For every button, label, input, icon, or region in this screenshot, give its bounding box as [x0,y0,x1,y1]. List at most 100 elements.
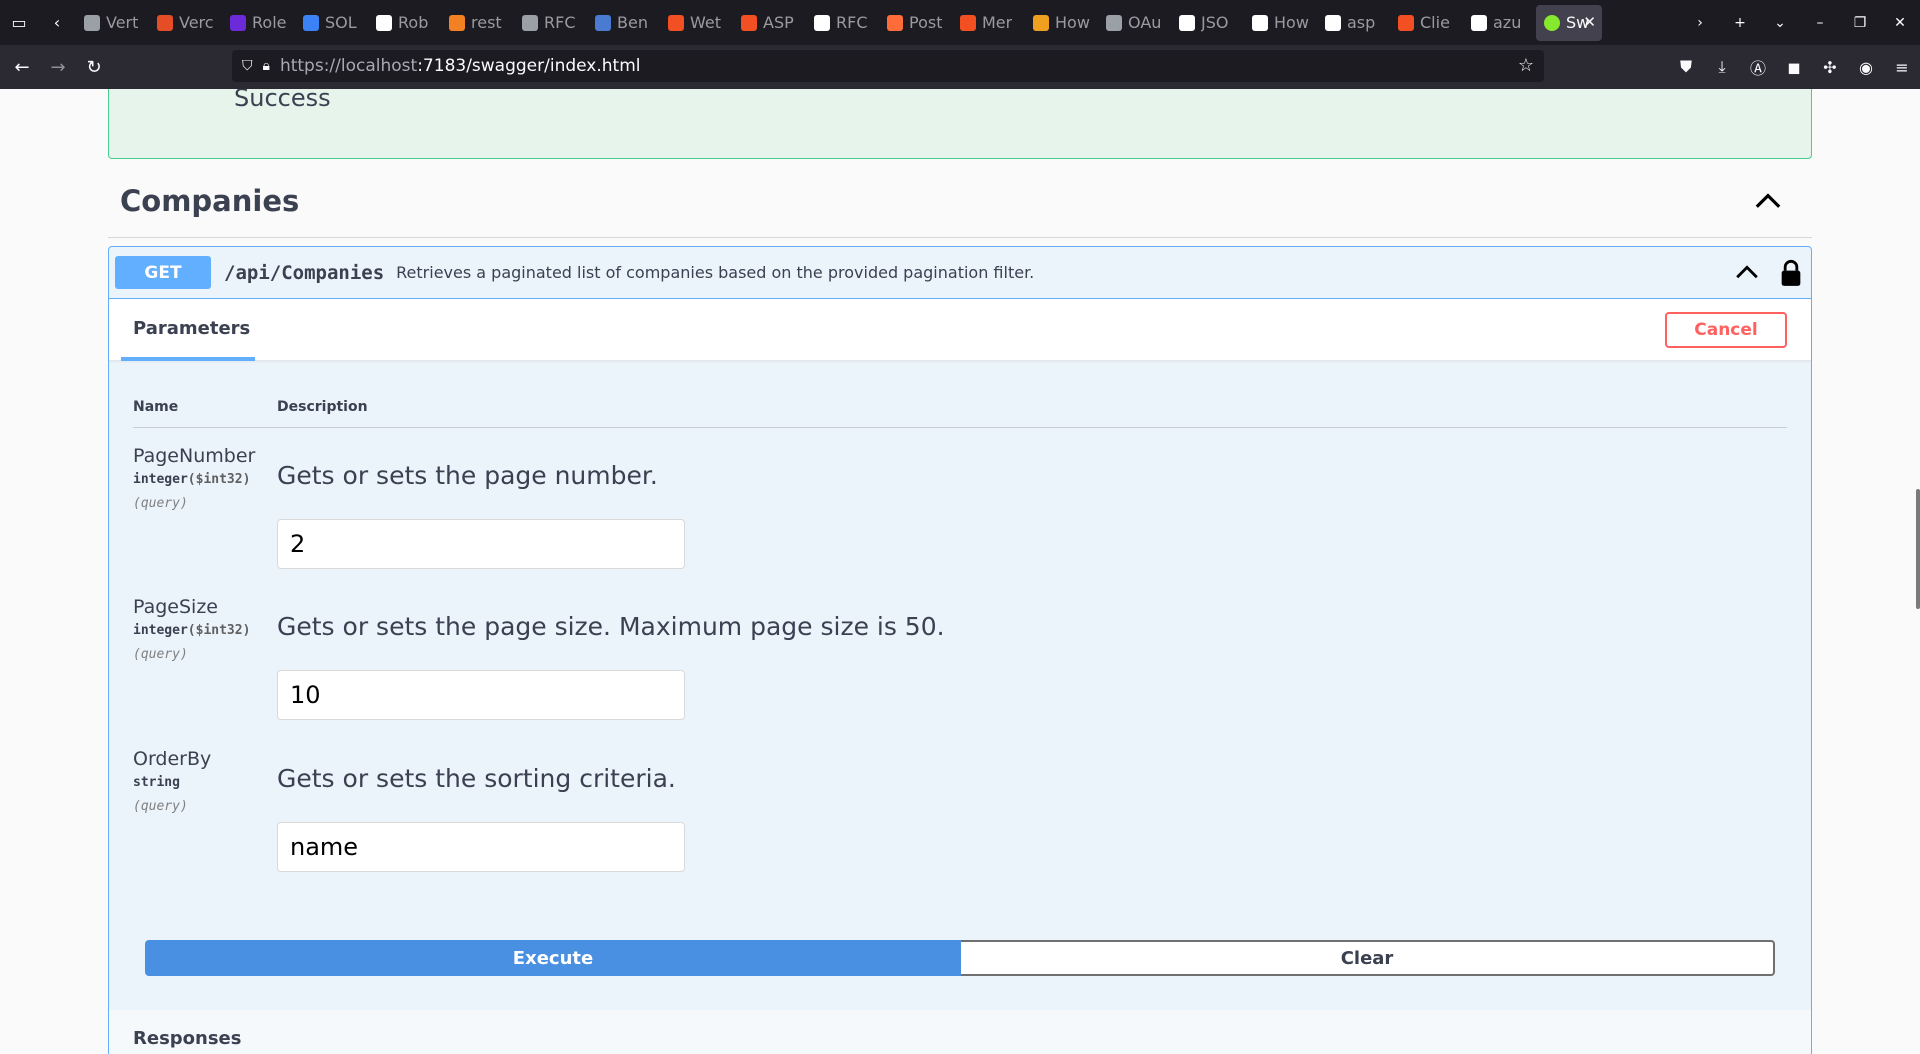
collapse-operation-chevron-up-icon[interactable] [1733,259,1761,287]
tab-title: Role [252,13,287,32]
lock-icon[interactable]: 🔒︎ [263,58,270,74]
tab-strip: Vert Verc Role SOL Rob rest RFC Ben Wet ASP RFC Pos… [76,0,1656,45]
tab-bar: ▭ ‹ Vert Verc Role SOL Rob rest RFC Ben Wet ASP RF… [0,0,1920,45]
swagger-page: Success Companies GET /api/Companies Ret… [0,89,1920,1054]
close-window-icon[interactable]: ✕ [1880,15,1920,31]
oauth-icon [1106,14,1122,31]
clear-button[interactable]: Clear [961,940,1775,976]
stackoverflow-icon [449,14,465,31]
browser-tab[interactable]: JSO [1171,5,1244,41]
reload-icon[interactable]: ↻ [76,49,112,85]
menu-icon[interactable]: ≡ [1884,58,1920,77]
page-scrollbar[interactable] [1916,489,1920,609]
browser-tab[interactable]: Vert [76,5,149,41]
microsoft-icon [741,14,757,31]
tabs-scroll-right-icon[interactable]: › [1680,15,1720,31]
tab-title: OAu [1128,13,1162,32]
url-bar[interactable]: ⛉ 🔒︎ https://localhost:7183/swagger/inde… [232,50,1544,82]
browser-tab[interactable]: How [1025,5,1098,41]
browser-tab[interactable]: Rob [368,5,441,41]
parameters-table: Name Description PageNumber integer($int… [109,361,1811,1001]
collapse-section-chevron-up-icon[interactable] [1752,186,1784,218]
tab-parameters[interactable]: Parameters [121,299,255,361]
tab-title: Mer [982,13,1013,32]
orderby-input[interactable] [277,822,685,872]
doc-icon [303,14,319,31]
wiki-icon [376,14,392,31]
bookmark-star-icon[interactable]: ☆ [1518,55,1534,76]
parameter-row-orderby: OrderBy string (query) Gets or sets the … [133,748,1787,888]
pocket-icon[interactable]: ⛊ [1668,57,1704,77]
browser-tab[interactable]: Ben [587,5,660,41]
browser-tab[interactable]: Verc [149,5,222,41]
account-icon[interactable]: Ⓐ [1740,55,1776,79]
tab-active[interactable]: Sw ✕ [1536,4,1602,41]
shield-icon[interactable]: ⛉ [242,58,253,74]
pagenumber-input[interactable] [277,519,685,569]
browser-tab[interactable]: Clie [1390,5,1463,41]
get-companies-operation: GET /api/Companies Retrieves a paginated… [108,246,1812,1054]
tab-title: Wet [690,13,721,32]
f-icon [230,14,246,31]
tabs-scroll-left-icon[interactable]: ‹ [38,0,76,45]
cancel-button[interactable]: Cancel [1665,312,1787,348]
browser-tab[interactable]: SOL [295,5,368,41]
parameter-type: integer($int32) [133,623,251,638]
browser-tab[interactable]: ASP [733,5,806,41]
browser-tab[interactable]: Role [222,5,295,41]
browser-tab[interactable]: Mer [952,5,1025,41]
execute-button[interactable]: Execute [145,940,961,976]
pagesize-input[interactable] [277,670,685,720]
swagger-icon [1544,14,1560,31]
header-divider [133,427,1787,428]
profile-icon[interactable]: ◉ [1848,58,1884,77]
browser-tab[interactable]: OAu [1098,5,1171,41]
back-icon[interactable]: ← [4,49,40,85]
browser-tab[interactable]: How [1244,5,1317,41]
browser-tab[interactable]: asp [1317,5,1390,41]
url-text[interactable]: https://localhost:7183/swagger/index.htm… [280,56,641,76]
extension-icon[interactable]: ◼ [1776,58,1812,77]
operation-summary[interactable]: GET /api/Companies Retrieves a paginated… [109,247,1811,299]
tab-title: SOL [325,13,357,32]
parameter-type: integer($int32) [133,472,251,487]
browser-tab[interactable]: Post [879,5,952,41]
rfc-icon [522,14,538,31]
browser-tab[interactable]: rest [441,5,514,41]
section-title: Companies [120,184,300,218]
tab-title: RFC [544,13,576,32]
postman-icon [887,14,903,31]
new-tab-icon[interactable]: + [1720,15,1760,31]
extensions-icon[interactable]: ✣ [1812,58,1848,77]
parameter-location: (query) [133,647,188,662]
tab-title: How [1274,13,1309,32]
forward-icon[interactable]: → [40,49,76,85]
parameter-description: Gets or sets the sorting criteria. [277,764,676,793]
companies-section-header[interactable]: Companies [108,184,1812,238]
minimize-icon[interactable]: – [1800,15,1840,31]
browser-tab[interactable]: RFC [806,5,879,41]
parameter-location: (query) [133,799,188,814]
responses-heading: Responses [133,1028,242,1049]
restore-icon[interactable]: ❐ [1840,15,1880,31]
browser-tab[interactable]: RFC [514,5,587,41]
column-header-description: Description [277,399,368,415]
browser-tab[interactable]: azu [1463,5,1536,41]
operation-path: /api/Companies [224,261,385,284]
tab-parameters-label: Parameters [133,318,251,339]
browser-tab[interactable]: Wet [660,5,733,41]
parameter-row-pagesize: PageSize integer($int32) (query) Gets or… [133,596,1787,736]
tab-list-icon[interactable]: ⌄ [1760,15,1800,31]
github-icon [1325,14,1341,31]
close-tab-icon[interactable]: ✕ [1583,13,1596,31]
downloads-icon[interactable]: ⤓ [1704,57,1740,77]
microsoft-icon [668,14,684,31]
tab-title: Rob [398,13,429,32]
tab-overview-icon[interactable]: ▭ [0,0,38,45]
column-header-name: Name [133,399,179,415]
responses-section: Responses [109,1010,1811,1054]
shield-icon [1179,14,1195,31]
toolbar-icons: ⛊ ⤓ Ⓐ ◼ ✣ ◉ ≡ [1668,45,1920,89]
rocket-icon [84,14,100,31]
authorize-lock-icon[interactable] [1779,259,1803,287]
